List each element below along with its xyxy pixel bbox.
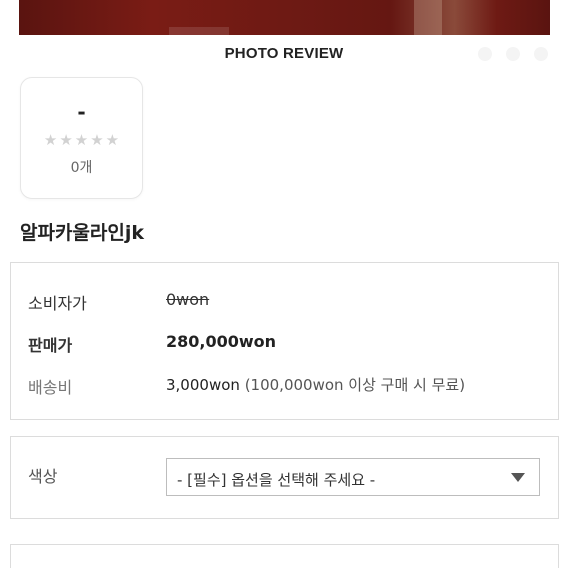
color-option-select[interactable]: - [필수] 옵션을 선택해 주세요 - xyxy=(166,458,540,496)
shipping-value: 3,000won (100,000won 이상 구매 시 무료) xyxy=(166,374,465,395)
rating-stars: ★ ★ ★ ★ ★ xyxy=(20,133,143,148)
chevron-down-icon xyxy=(511,473,525,482)
retail-price-label: 소비자가 xyxy=(28,294,87,313)
shipping-label: 배송비 xyxy=(28,378,73,397)
sale-price-value: 280,000won xyxy=(166,332,277,351)
star-icon: ★ xyxy=(43,131,58,149)
star-icon: ★ xyxy=(59,131,73,149)
sale-price-label: 판매가 xyxy=(28,336,73,355)
star-icon: ★ xyxy=(90,131,104,149)
star-icon: ★ xyxy=(74,131,89,149)
star-icon: ★ xyxy=(105,131,120,149)
color-option-label: 색상 xyxy=(28,467,58,486)
shipping-note: (100,000won 이상 구매 시 무료) xyxy=(244,376,466,394)
review-count: 0개 xyxy=(70,160,93,176)
carousel-dot[interactable] xyxy=(506,47,520,61)
price-info-box xyxy=(10,262,559,420)
product-hero-image xyxy=(19,0,550,35)
carousel-dot[interactable] xyxy=(478,47,492,61)
hero-image-detail xyxy=(169,27,229,35)
color-option-selected: - [필수] 옵션을 선택해 주세요 - xyxy=(177,471,376,489)
carousel-dots xyxy=(478,47,548,61)
hero-image-detail xyxy=(414,0,442,35)
retail-price-value: 0won xyxy=(166,290,210,309)
product-name: 알파카울라인jk xyxy=(20,222,145,244)
rating-score: - xyxy=(77,100,86,124)
shipping-fee: 3,000won xyxy=(166,376,240,394)
carousel-dot[interactable] xyxy=(534,47,548,61)
next-section-box xyxy=(10,544,559,568)
